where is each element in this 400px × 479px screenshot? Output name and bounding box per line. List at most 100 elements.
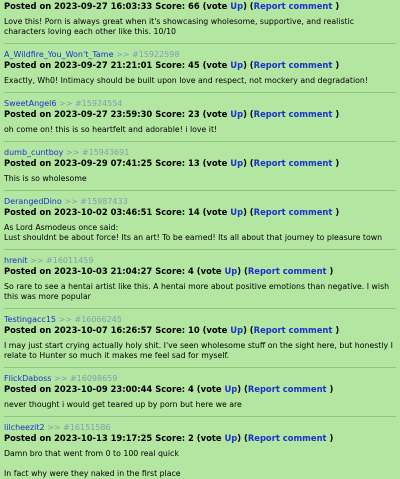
comment-author-link[interactable]: dumb_cuntboy [4, 148, 63, 157]
comment-score: 10 [188, 325, 200, 335]
score-label: Score: [155, 433, 186, 443]
comment-score: 4 [188, 266, 194, 276]
comment-score: 66 [188, 1, 200, 11]
comment-body: I may just start crying actually holy sh… [4, 341, 393, 360]
report-comment-link[interactable]: Report comment [254, 207, 333, 217]
comment-body: Exactly, Wh0! Intimacy should be built u… [4, 76, 368, 85]
score-label: Score: [155, 60, 186, 70]
report-suffix: ) [335, 158, 340, 168]
vote-prefix: (vote [202, 158, 228, 168]
comment-divider [4, 141, 396, 142]
report-comment-link[interactable]: Report comment [248, 433, 327, 443]
comment: FlickDaboss >> #16098659 Posted on 2023-1… [0, 367, 400, 410]
vote-suffix: ) [243, 158, 247, 168]
report-comment-link[interactable]: Report comment [254, 1, 333, 11]
comment-body: So rare to see a hentai artist like this… [4, 282, 390, 301]
score-label: Score: [155, 325, 186, 335]
vote-up-link[interactable]: Up [230, 158, 243, 168]
comment-body: never thought i would get teared up by p… [4, 400, 242, 409]
posted-on-label: Posted on [4, 158, 52, 168]
comment-author-link[interactable]: Testingacc15 [4, 315, 56, 324]
comment-author-link[interactable]: FlickDaboss [4, 374, 51, 383]
report-suffix: ) [335, 60, 340, 70]
report-comment-link[interactable]: Report comment [248, 384, 327, 394]
comment-body: This is so wholesome [4, 174, 87, 183]
vote-suffix: ) [243, 1, 247, 11]
report-comment-link[interactable]: Report comment [254, 109, 333, 119]
posted-on-label: Posted on [4, 384, 52, 394]
comment-score: 45 [188, 60, 200, 70]
comment-meta: Posted on 2023-10-03 21:04:27 Score: 4 (… [4, 266, 334, 276]
score-label: Score: [155, 109, 186, 119]
comment: dumb_cuntboy >> #15943691 Posted on 2023-… [0, 141, 400, 184]
vote-suffix: ) [243, 109, 247, 119]
comment-author-link[interactable]: lilcheezit2 [4, 423, 45, 432]
comment-meta: Posted on 2023-09-27 16:03:33 Score: 66 … [4, 1, 340, 11]
vote-up-link[interactable]: Up [230, 1, 243, 11]
comment-id-link[interactable]: >> #15943691 [66, 148, 129, 157]
comment-author-link[interactable]: SweetAngel6 [4, 99, 56, 108]
comment-id-link[interactable]: >> #16066245 [59, 315, 122, 324]
report-comment-link[interactable]: Report comment [254, 325, 333, 335]
comment-date: 2023-09-27 23:59:30 [54, 109, 153, 119]
vote-prefix: (vote [202, 60, 228, 70]
comment: SweetAngel6 >> #15924554 Posted on 2023-0… [0, 92, 400, 135]
vote-suffix: ) [237, 384, 242, 394]
vote-suffix: ) [237, 433, 242, 443]
comment-author-link[interactable]: A_Wildfire_You_Won't_Tame [4, 50, 114, 59]
vote-up-link[interactable]: Up [230, 60, 243, 70]
comment-body: oh come on! this is so heartfelt and ado… [4, 125, 218, 134]
posted-on-label: Posted on [4, 109, 52, 119]
score-label: Score: [155, 266, 186, 276]
vote-up-link[interactable]: Up [224, 384, 237, 394]
comment-divider [4, 416, 396, 417]
comment-date: 2023-09-29 07:41:25 [54, 158, 153, 168]
report-comment-link[interactable]: Report comment [254, 158, 333, 168]
comment-divider [4, 190, 396, 191]
comment-body: Love this! Porn is always great when it'… [4, 17, 355, 36]
vote-prefix: (vote [196, 266, 222, 276]
comment-id-link[interactable]: >> #16098659 [54, 374, 117, 383]
comment: A_Wildfire_You_Won't_Tame >> #15922598 Po… [0, 43, 400, 86]
report-comment-link[interactable]: Report comment [248, 266, 327, 276]
comment-header: dumb_cuntboy >> #15943691 [4, 148, 396, 158]
comment-id-link[interactable]: >> #16011459 [30, 256, 93, 265]
report-suffix: ) [335, 207, 340, 217]
comment-id-link[interactable]: >> #15924554 [59, 99, 122, 108]
vote-up-link[interactable]: Up [230, 325, 243, 335]
comment: Whiteshe Posted on 2023-09-27 16:03:33 S… [0, 0, 400, 37]
comment-body: Damn bro that went from 0 to 100 real qu… [4, 449, 181, 478]
report-comment-link[interactable]: Report comment [254, 60, 333, 70]
comment-header: Testingacc15 >> #16066245 [4, 315, 396, 325]
comment-author-link[interactable]: DerangedDino [4, 197, 62, 206]
comment-header: DerangedDino >> #15987433 [4, 197, 396, 207]
report-suffix: ) [335, 1, 340, 11]
vote-suffix: ) [243, 207, 247, 217]
vote-prefix: (vote [202, 207, 228, 217]
score-label: Score: [155, 158, 186, 168]
comment-body: As Lord Asmodeus once said: Lust shouldn… [4, 223, 383, 242]
comment-id-link[interactable]: >> #15922598 [116, 50, 179, 59]
vote-up-link[interactable]: Up [224, 266, 237, 276]
comment-date: 2023-10-03 21:04:27 [54, 266, 153, 276]
comment-author-link[interactable]: hrenit [4, 256, 28, 265]
comment: hrenit >> #16011459 Posted on 2023-10-03 … [0, 249, 400, 302]
vote-prefix: (vote [196, 433, 222, 443]
vote-up-link[interactable]: Up [224, 433, 237, 443]
comment-date: 2023-09-27 21:21:01 [54, 60, 153, 70]
comment-score: 14 [188, 207, 200, 217]
comment-meta: Posted on 2023-09-27 23:59:30 Score: 23 … [4, 109, 340, 119]
vote-prefix: (vote [202, 109, 228, 119]
comment-score: 4 [188, 384, 194, 394]
comment: DerangedDino >> #15987433 Posted on 2023-… [0, 190, 400, 243]
comment-id-link[interactable]: >> #15987433 [64, 197, 127, 206]
comment-date: 2023-10-07 16:26:57 [54, 325, 153, 335]
posted-on-label: Posted on [4, 325, 52, 335]
comment-id-link[interactable]: >> #16151586 [47, 423, 110, 432]
vote-up-link[interactable]: Up [230, 109, 243, 119]
comment-divider [4, 92, 396, 93]
report-suffix: ) [329, 266, 334, 276]
vote-up-link[interactable]: Up [230, 207, 243, 217]
report-suffix: ) [335, 109, 340, 119]
comment-score: 2 [188, 433, 194, 443]
